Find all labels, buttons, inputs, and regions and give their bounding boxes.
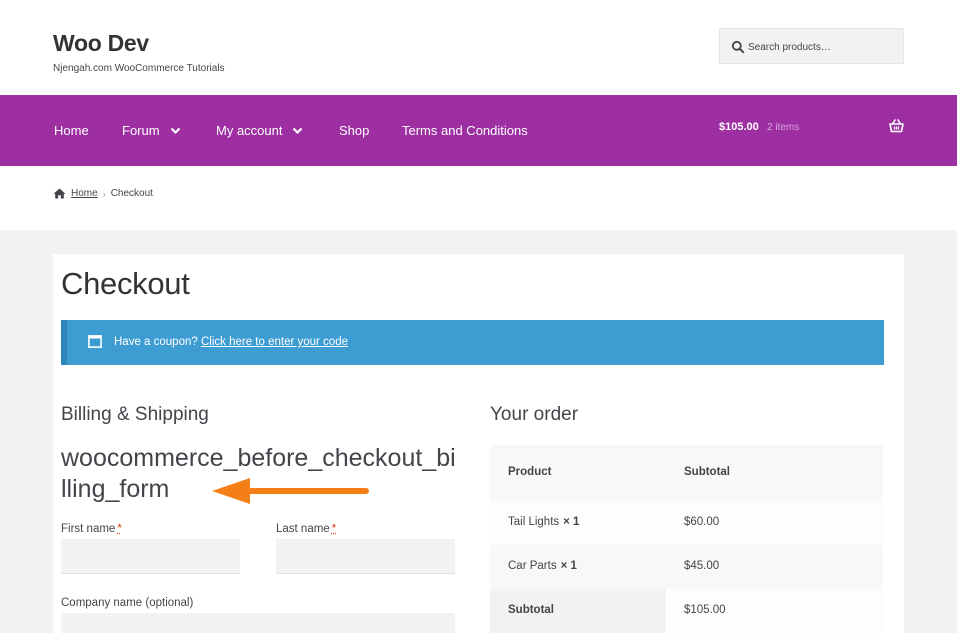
table-row: Car Parts × 1 $45.00 [490,545,883,589]
chevron-down-icon [170,127,180,134]
product-name: Tail Lights × 1 [508,516,580,528]
nav-item-terms[interactable]: Terms and Conditions [402,123,528,138]
site-tagline: Njengah.com WooCommerce Tutorials [53,63,225,74]
breadcrumb: Home › Checkout [53,188,153,199]
subtotal-label: Subtotal [508,604,554,616]
home-icon [53,188,66,199]
nav-item-home[interactable]: Home [54,123,89,138]
column-header-product: Product [508,466,552,478]
last-name-field[interactable] [276,539,455,574]
page-title: Checkout [61,266,190,301]
required-marker: * [331,523,337,535]
cart-total[interactable]: $105.00 [719,121,759,133]
nav-item-label: Forum [122,123,160,138]
breadcrumb-bar: Home › Checkout [0,166,957,230]
product-subtotal: $60.00 [684,516,720,528]
last-name-label: Last name * [276,523,337,535]
subtotal-value: $105.00 [684,604,726,616]
table-header-row: Product Subtotal [490,445,883,501]
company-name-label: Company name (optional) [61,597,194,609]
coupon-text: Have a coupon? Click here to enter your … [114,336,348,348]
search-icon [731,40,745,54]
coupon-link[interactable]: Click here to enter your code [201,336,348,348]
arrow-annotation [212,478,369,504]
required-marker: * [117,523,122,535]
nav-item-label: Home [54,123,89,138]
basket-icon[interactable] [889,119,904,133]
nav-item-my-account[interactable]: My account [216,123,303,138]
primary-navigation: Home Forum My account Shop Terms and Con… [0,95,957,166]
product-name: Car Parts × 1 [508,560,577,572]
nav-item-shop[interactable]: Shop [339,123,369,138]
breadcrumb-home-link[interactable]: Home [71,188,98,199]
product-quantity: × 1 [563,516,580,528]
search-input[interactable] [748,38,898,56]
window-icon [88,335,102,348]
site-header: Woo Dev Njengah.com WooCommerce Tutorial… [0,0,957,95]
table-row: Subtotal $105.00 [490,589,883,633]
order-heading: Your order [490,404,579,425]
search-box[interactable] [719,28,904,64]
nav-item-label: Shop [339,123,370,138]
first-name-label: First name * [61,523,122,535]
table-row: Tail Lights × 1 $60.00 [490,501,883,545]
cart-count[interactable]: 2 items [767,122,799,133]
coupon-prompt: Have a coupon? [114,336,198,348]
column-header-subtotal: Subtotal [684,466,730,478]
chevron-down-icon [293,127,303,134]
first-name-field[interactable] [61,539,240,574]
coupon-notice: Have a coupon? Click here to enter your … [61,320,884,365]
breadcrumb-current: Checkout [110,188,153,199]
main-content: Checkout Have a coupon? Click here to en… [53,254,904,633]
site-title[interactable]: Woo Dev [53,30,149,57]
product-subtotal: $45.00 [684,560,720,572]
breadcrumb-separator: › [102,188,106,199]
company-name-field[interactable] [61,613,455,633]
billing-heading: Billing & Shipping [61,404,209,425]
product-quantity: × 1 [560,560,577,572]
nav-item-label: My account [216,123,283,138]
nav-item-forum[interactable]: Forum [122,123,181,138]
nav-item-label: Terms and Conditions [402,123,528,138]
